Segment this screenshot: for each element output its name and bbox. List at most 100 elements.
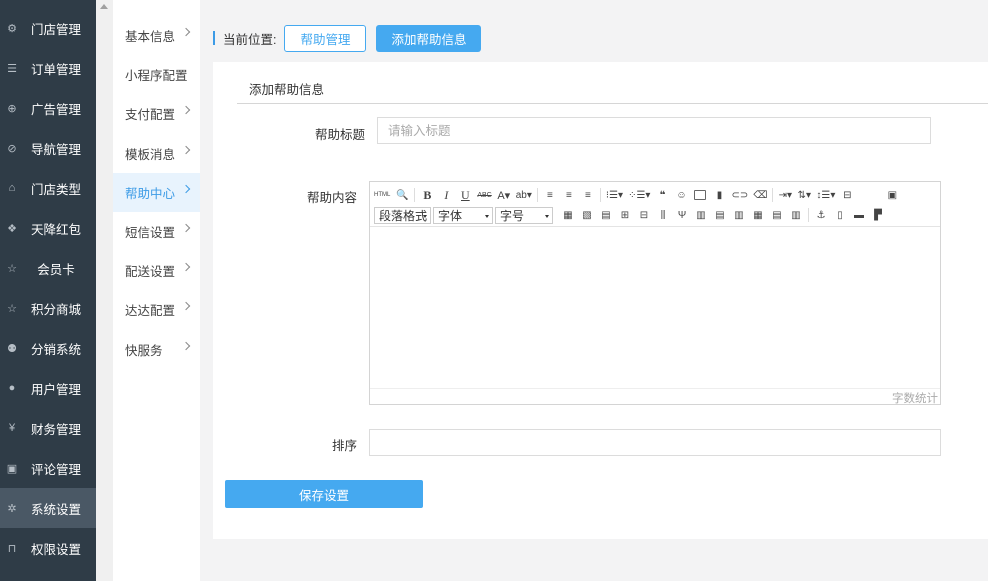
delete-column-icon[interactable]: Ψ xyxy=(675,207,689,223)
sidebar-item-member-card[interactable]: ☆ 会员卡 xyxy=(0,248,96,288)
sidebar-item-store-type[interactable]: ⌂ 门店类型 xyxy=(0,168,96,208)
sidebar-scrollbar[interactable] xyxy=(96,0,113,581)
search-icon[interactable]: 🔍 xyxy=(395,187,409,203)
delete-row-icon[interactable]: ⊟ xyxy=(637,207,651,223)
eraser-icon[interactable]: ⌫ xyxy=(753,187,767,203)
align-center-icon[interactable]: ≡ xyxy=(562,187,576,203)
scroll-up-arrow-icon[interactable] xyxy=(100,4,108,9)
title-label: 帮助标题 xyxy=(314,128,365,142)
link-icon[interactable]: ⊂⊃ xyxy=(731,187,748,203)
submenu-item-template-message[interactable]: 模板消息 xyxy=(113,134,200,173)
split-columns-icon[interactable]: ▥ xyxy=(789,207,803,223)
insert-column-icon[interactable]: ⫼ xyxy=(656,207,670,223)
page-break-icon[interactable]: ⊟ xyxy=(840,187,854,203)
rich-text-editor: HTML 🔍 B I U ABC A▾ ab▾ ≡ ≡ ≡ ⁝☰▾ ⁘☰▾ ❝ … xyxy=(369,181,941,405)
sidebar-item-nav-management[interactable]: ⊘ 导航管理 xyxy=(0,128,96,168)
submenu-item-payment[interactable]: 支付配置 xyxy=(113,94,200,133)
print-icon[interactable]: ▬ xyxy=(852,207,866,223)
underline-icon[interactable]: U xyxy=(458,187,472,203)
submenu-item-dada[interactable]: 达达配置 xyxy=(113,290,200,329)
toolbar-row-1: HTML 🔍 B I U ABC A▾ ab▾ ≡ ≡ ≡ ⁝☰▾ ⁘☰▾ ❝ … xyxy=(374,185,904,205)
html-source-icon[interactable]: HTML xyxy=(374,187,390,203)
submenu-item-label: 快服务 xyxy=(125,344,163,358)
editor-content-area[interactable] xyxy=(370,228,940,388)
sidebar-item-permissions[interactable]: ⊓ 权限设置 xyxy=(0,528,96,568)
ordered-list-icon[interactable]: ⁝☰▾ xyxy=(606,187,623,203)
submenu-item-help-center[interactable]: 帮助中心 xyxy=(113,173,200,212)
font-family-select[interactable]: 字体 xyxy=(433,206,493,224)
submenu-item-label: 支付配置 xyxy=(125,108,176,122)
editor-footer: 字数统计 xyxy=(370,388,940,405)
submenu-item-label: 基本信息 xyxy=(125,30,176,44)
toolbar-separator xyxy=(772,188,774,202)
submenu-item-delivery[interactable]: 配送设置 xyxy=(113,251,200,290)
font-size-select[interactable]: 字号 xyxy=(495,206,553,224)
editor-toolbar: HTML 🔍 B I U ABC A▾ ab▾ ≡ ≡ ≡ ⁝☰▾ ⁘☰▾ ❝ … xyxy=(370,182,940,227)
sidebar-item-comments[interactable]: ▣ 评论管理 xyxy=(0,448,96,488)
sidebar-item-ad-management[interactable]: ⊕ 广告管理 xyxy=(0,88,96,128)
insert-table-icon[interactable]: ▦ xyxy=(561,207,575,223)
title-input[interactable] xyxy=(377,117,931,144)
toolbar-separator xyxy=(414,188,416,202)
attachment-icon[interactable]: ▯ xyxy=(833,207,847,223)
insert-row-icon[interactable]: ⊞ xyxy=(618,207,632,223)
video-icon[interactable]: ▮ xyxy=(712,187,726,203)
sort-input[interactable] xyxy=(369,429,941,456)
help-management-button[interactable]: 帮助管理 xyxy=(284,24,367,52)
align-left-icon[interactable]: ≡ xyxy=(543,187,557,203)
merge-down-icon[interactable]: ▥ xyxy=(732,207,746,223)
chevron-right-icon xyxy=(181,27,191,37)
content-label: 帮助内容 xyxy=(306,191,357,205)
delete-table-icon[interactable]: ▧ xyxy=(580,207,594,223)
paragraph-format-select[interactable]: 段落格式 xyxy=(374,206,431,224)
toolbar-separator xyxy=(599,188,601,202)
sidebar-item-finance[interactable]: ¥ 财务管理 xyxy=(0,408,96,448)
sidebar-item-points-mall[interactable]: ☆ 积分商城 xyxy=(0,288,96,328)
sidebar-item-distribution[interactable]: ⚉ 分销系统 xyxy=(0,328,96,368)
line-height-icon[interactable]: ↕☰▾ xyxy=(816,187,835,203)
template-icon[interactable]: ▛ xyxy=(871,207,885,223)
anchor-icon[interactable]: ⚓ xyxy=(814,207,828,223)
submenu-item-mini-program[interactable]: 小程序配置 xyxy=(113,55,200,94)
insert-paragraph-before-table-icon[interactable]: ▤ xyxy=(599,207,613,223)
paragraph-spacing-icon[interactable]: ⇅▾ xyxy=(797,187,811,203)
merge-right-icon[interactable]: ▤ xyxy=(713,207,727,223)
split-rows-icon[interactable]: ▤ xyxy=(770,207,784,223)
split-cells-icon[interactable]: ▦ xyxy=(751,207,765,223)
submenu-item-sms[interactable]: 短信设置 xyxy=(113,212,200,251)
submenu-item-label: 帮助中心 xyxy=(125,187,176,201)
highlight-color-icon[interactable]: ab▾ xyxy=(516,187,532,203)
image-icon[interactable] xyxy=(693,187,707,203)
submenu-item-basic-info[interactable]: 基本信息 xyxy=(113,16,200,55)
preview-icon[interactable]: ▣ xyxy=(885,187,899,203)
toolbar-row-2: 段落格式 字体 字号 ▦ ▧ ▤ ⊞ ⊟ ⫼ Ψ ▥ ▤ ▥ ▦ ▤ ▥ ⚓ ▯… xyxy=(374,205,890,225)
align-right-icon[interactable]: ≡ xyxy=(581,187,595,203)
chevron-right-icon xyxy=(181,262,191,272)
font-color-icon[interactable]: A▾ xyxy=(497,187,511,203)
emoji-icon[interactable]: ☺ xyxy=(674,187,688,203)
submenu-item-label: 小程序配置 xyxy=(125,69,188,83)
sidebar-item-store-management[interactable]: ⚙ 门店管理 xyxy=(0,8,96,48)
sidebar-item-order-management[interactable]: ☰ 订单管理 xyxy=(0,48,96,88)
indent-icon[interactable]: ⇥▾ xyxy=(778,187,792,203)
chevron-down-icon xyxy=(485,214,489,218)
sidebar-item-red-packet[interactable]: ❖ 天降红包 xyxy=(0,208,96,248)
sidebar-item-system-settings[interactable]: ✲ 系统设置 xyxy=(0,488,96,528)
add-help-info-button[interactable]: 添加帮助信息 xyxy=(376,24,482,52)
sidebar-item-user-management[interactable]: ● 用户管理 xyxy=(0,368,96,408)
unordered-list-icon[interactable]: ⁘☰▾ xyxy=(628,187,650,203)
section-divider xyxy=(237,103,988,104)
italic-icon[interactable]: I xyxy=(439,187,453,203)
submenu-item-label: 达达配置 xyxy=(125,304,176,318)
section-title: 添加帮助信息 xyxy=(249,83,325,97)
save-settings-button[interactable]: 保存设置 xyxy=(225,480,423,508)
paragraph-format-value: 段落格式 xyxy=(379,208,428,223)
strikethrough-icon[interactable]: ABC xyxy=(477,187,491,203)
merge-cells-icon[interactable]: ▥ xyxy=(694,207,708,223)
submenu-item-quick-service[interactable]: 快服务 xyxy=(113,330,200,369)
breadcrumb-label: 当前位置: xyxy=(223,32,277,47)
submenu-item-label: 模板消息 xyxy=(125,148,176,162)
sort-label: 排序 xyxy=(331,439,357,453)
blockquote-icon[interactable]: ❝ xyxy=(655,187,669,203)
bold-icon[interactable]: B xyxy=(420,187,434,203)
